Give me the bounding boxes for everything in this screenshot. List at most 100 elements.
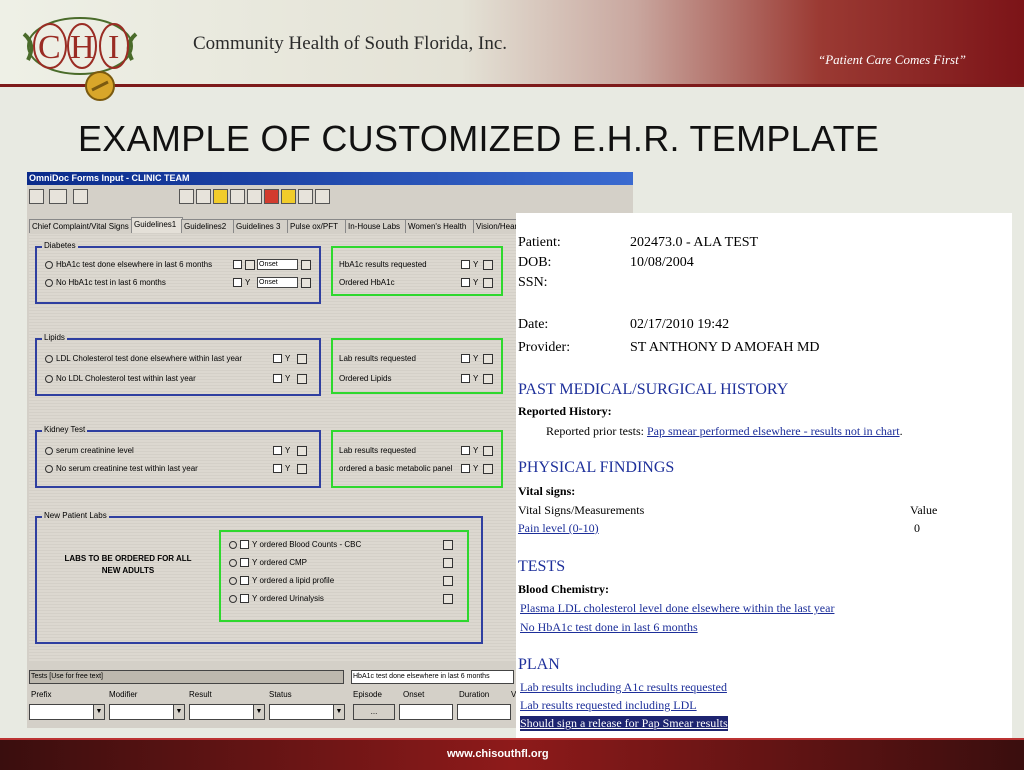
printer-icon[interactable] — [230, 189, 245, 204]
dropdown-button[interactable] — [245, 260, 255, 270]
date-label: Date: — [518, 317, 549, 332]
test-link-hba1c[interactable]: No HbA1c test done in last 6 months — [520, 620, 698, 635]
calculator-icon[interactable] — [73, 189, 88, 204]
dropdown-button[interactable] — [483, 260, 493, 270]
radio-button[interactable] — [229, 576, 237, 585]
chevron-down-icon: ▼ — [173, 705, 184, 719]
dropdown-button[interactable] — [483, 464, 493, 474]
disk-icon[interactable] — [315, 189, 330, 204]
radio-button[interactable] — [229, 540, 237, 549]
onset-field[interactable]: Onset — [257, 277, 298, 288]
provider-value: ST ANTHONY D AMOFAH MD — [630, 340, 820, 355]
prefix-select[interactable]: ▼ — [29, 704, 105, 720]
person-icon[interactable] — [213, 189, 228, 204]
checkbox[interactable] — [273, 354, 282, 363]
modifier-select[interactable]: ▼ — [109, 704, 185, 720]
scissors-icon[interactable] — [247, 189, 262, 204]
checkbox[interactable] — [461, 260, 470, 269]
checkbox[interactable] — [240, 540, 249, 550]
results-row: Ordered HbA1c — [339, 278, 395, 287]
save-icon[interactable] — [29, 189, 44, 204]
dropdown-button[interactable] — [483, 278, 493, 288]
onset-dropdown-button[interactable] — [301, 260, 311, 270]
magnet-icon[interactable] — [264, 189, 279, 204]
checkbox[interactable] — [461, 354, 470, 363]
tab-vision-hearing[interactable]: Vision/Hear — [473, 219, 519, 233]
yes-label: Y — [285, 446, 291, 455]
radio-button[interactable] — [45, 278, 53, 287]
tab-guidelines3[interactable]: Guidelines 3 — [233, 219, 289, 233]
tab-pulse-ox[interactable]: Pulse ox/PFT — [287, 219, 347, 233]
dropdown-button[interactable] — [443, 576, 453, 586]
plan-item-2[interactable]: Lab results requested including LDL — [520, 698, 697, 713]
radio-button[interactable] — [45, 374, 53, 383]
checkbox[interactable] — [240, 576, 249, 586]
dropdown-button[interactable] — [443, 540, 453, 550]
provider-label: Provider: — [518, 340, 571, 355]
dropdown-button[interactable] — [483, 446, 493, 456]
order-row[interactable]: Y ordered CMP — [229, 558, 307, 568]
radio-button[interactable] — [45, 446, 53, 455]
checkbox[interactable] — [240, 558, 249, 568]
plan-item-1[interactable]: Lab results including A1c results reques… — [520, 680, 727, 695]
order-row[interactable]: Y ordered Blood Counts - CBC — [229, 540, 361, 550]
status-select[interactable]: ▼ — [269, 704, 345, 720]
lipids-row-2[interactable]: No LDL Cholesterol test within last year — [45, 374, 196, 383]
kidney-row-1[interactable]: serum creatinine level — [45, 446, 134, 455]
checkbox[interactable] — [233, 278, 242, 287]
radio-button[interactable] — [45, 260, 53, 269]
dropdown-button[interactable] — [443, 558, 453, 568]
lipids-row-1[interactable]: LDL Cholesterol test done elsewhere with… — [45, 354, 242, 363]
tests-value-field[interactable]: HbA1c test done elsewhere in last 6 mont… — [351, 670, 514, 684]
checkbox[interactable] — [461, 374, 470, 383]
swap-icon[interactable] — [196, 189, 211, 204]
order-row[interactable]: Y ordered Urinalysis — [229, 594, 324, 604]
dropdown-button[interactable] — [483, 354, 493, 364]
dropdown-button[interactable] — [297, 354, 307, 364]
checkbox[interactable] — [461, 278, 470, 287]
checkbox[interactable] — [273, 374, 282, 383]
tab-chief-complaint[interactable]: Chief Complaint/Vital Signs — [29, 219, 133, 233]
checkbox[interactable] — [240, 594, 249, 604]
chevron-down-icon: ▼ — [93, 705, 104, 719]
dropdown-button[interactable] — [443, 594, 453, 604]
duration-input[interactable] — [457, 704, 511, 720]
checkbox[interactable] — [273, 446, 282, 455]
dropdown-button[interactable] — [297, 464, 307, 474]
chevron-down-icon: ▼ — [253, 705, 264, 719]
tab-guidelines2[interactable]: Guidelines2 — [181, 219, 235, 233]
test-link-ldl[interactable]: Plasma LDL cholesterol level done elsewh… — [520, 601, 834, 616]
onset-dropdown-button[interactable] — [301, 278, 311, 288]
kidney-row-2[interactable]: No serum creatinine test within last yea… — [45, 464, 198, 473]
onset-input[interactable] — [399, 704, 453, 720]
dropdown-button[interactable] — [297, 374, 307, 384]
dropdown-button[interactable] — [483, 374, 493, 384]
forms-icon[interactable] — [179, 189, 194, 204]
radio-button[interactable] — [229, 558, 237, 567]
dropdown-button[interactable] — [297, 446, 307, 456]
radio-button[interactable] — [229, 594, 237, 603]
plan-item-3[interactable]: Should sign a release for Pap Smear resu… — [520, 716, 728, 731]
footer-url[interactable]: www.chisouthfl.org — [447, 748, 549, 760]
pap-smear-link[interactable]: Pap smear performed elsewhere - results … — [647, 424, 900, 438]
radio-button[interactable] — [45, 464, 53, 473]
tab-in-house-labs[interactable]: In-House Labs — [345, 219, 407, 233]
onset-field[interactable]: Onset — [257, 259, 298, 270]
diabetes-row-1[interactable]: HbA1c test done elsewhere in last 6 mont… — [45, 260, 212, 269]
order-row[interactable]: Y ordered a lipid profile — [229, 576, 334, 586]
checkbox[interactable] — [461, 464, 470, 473]
diabetes-row-2[interactable]: No HbA1c test in last 6 months — [45, 278, 166, 287]
document-icon[interactable] — [298, 189, 313, 204]
lightbulb-icon[interactable] — [281, 189, 296, 204]
tab-guidelines1[interactable]: Guidelines1 — [131, 217, 183, 233]
result-select[interactable]: ▼ — [189, 704, 265, 720]
tab-womens-health[interactable]: Women's Health — [405, 219, 475, 233]
radio-button[interactable] — [45, 354, 53, 363]
checkbox[interactable] — [233, 260, 242, 269]
episode-button[interactable]: ... — [353, 704, 395, 720]
pain-level-link[interactable]: Pain level (0-10) — [518, 521, 599, 536]
checkbox[interactable] — [273, 464, 282, 473]
checkbox[interactable] — [461, 446, 470, 455]
yes-label: Y — [285, 464, 291, 473]
cic-icon[interactable] — [49, 189, 67, 204]
